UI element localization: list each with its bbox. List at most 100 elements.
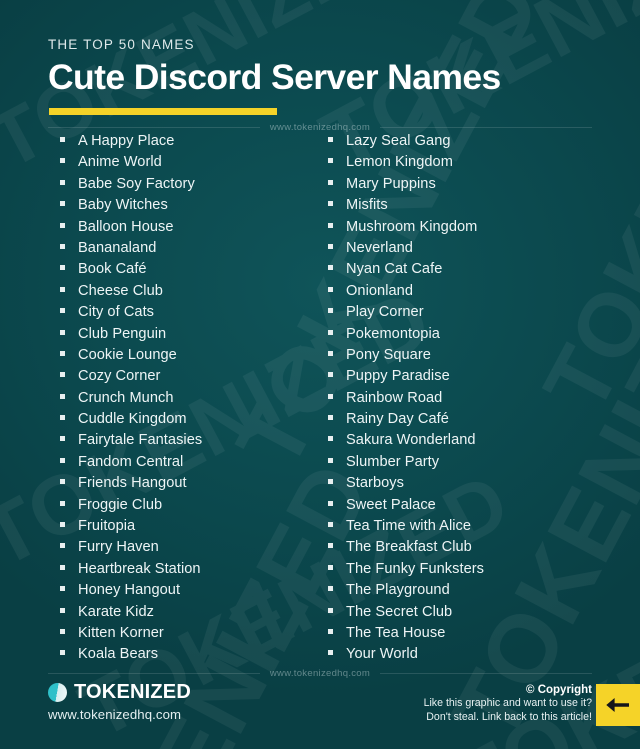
- list-item-label: The Playground: [346, 582, 450, 599]
- bullet-icon: [60, 372, 65, 378]
- bullet-icon: [328, 650, 333, 656]
- list-item: Cheese Club: [60, 284, 328, 305]
- list-item: Sweet Palace: [328, 498, 608, 519]
- header: THE TOP 50 NAMES Cute Discord Server Nam…: [48, 38, 608, 115]
- list-item: The Playground: [328, 583, 608, 604]
- list-item: Pokemontopia: [328, 325, 608, 348]
- list-item-label: Puppy Paradise: [346, 368, 450, 385]
- bullet-icon: [328, 564, 333, 570]
- list-item: Kitten Korner: [60, 626, 328, 647]
- copyright-block: © Copyright Like this graphic and want t…: [424, 683, 592, 725]
- copyright-line-1: Like this graphic and want to use it?: [423, 697, 592, 710]
- list-item-label: Cookie Lounge: [78, 346, 177, 363]
- list-item-label: Neverland: [346, 239, 413, 256]
- bullet-icon: [60, 350, 65, 356]
- list-item: Froggie Club: [60, 498, 328, 519]
- list-item: Tea Time with Alice: [328, 519, 608, 540]
- list-item-label: Furry Haven: [78, 539, 159, 556]
- list-item-label: Mushroom Kingdom: [346, 218, 478, 235]
- list-item: Fruitopia: [60, 519, 328, 540]
- bullet-icon: [60, 479, 65, 485]
- bullet-icon: [328, 586, 333, 592]
- list-item-label: A Happy Place: [78, 133, 175, 149]
- list-item: Slumber Party: [328, 455, 608, 476]
- list-item-label: Bananaland: [78, 239, 157, 256]
- bullet-icon: [328, 415, 333, 421]
- list-item-label: Fruitopia: [78, 518, 136, 535]
- brand-block: TOKENIZED www.tokenizedhq.com: [48, 682, 191, 721]
- bullet-icon: [328, 137, 333, 142]
- list-item: Mushroom Kingdom: [328, 218, 608, 241]
- list-item: Friends Hangout: [60, 476, 328, 497]
- list-item: Cuddle Kingdom: [60, 412, 328, 433]
- list-item: The Funky Funksters: [328, 562, 608, 583]
- list-item: City of Cats: [60, 305, 328, 326]
- list-item-label: Kitten Korner: [78, 624, 164, 641]
- bullet-icon: [328, 628, 333, 634]
- list-item-label: Your World: [346, 646, 418, 663]
- bullet-icon: [328, 286, 333, 292]
- list-item-label: Froggie Club: [78, 496, 163, 513]
- list-item: Bananaland: [60, 241, 328, 262]
- bullet-icon: [328, 222, 333, 228]
- list-item-label: Baby Witches: [78, 197, 168, 214]
- divider-watermark-text: www.tokenizedhq.com: [269, 122, 371, 133]
- list-item-label: Friends Hangout: [78, 475, 187, 492]
- list-item-label: Tea Time with Alice: [346, 518, 472, 535]
- list-item-label: Babe Soy Factory: [78, 175, 195, 192]
- list-item: A Happy Place: [60, 134, 328, 155]
- list-item: Club Penguin: [60, 325, 328, 348]
- list-item-label: Rainbow Road: [346, 389, 443, 406]
- list-item: Rainy Day Café: [328, 412, 608, 433]
- list-item: Sakura Wonderland: [328, 433, 608, 454]
- list-item-label: Koala Bears: [78, 646, 159, 663]
- divider-top: www.tokenizedhq.com: [48, 122, 592, 133]
- list-item: The Secret Club: [328, 604, 608, 626]
- list-item-label: Club Penguin: [78, 325, 167, 342]
- bullet-icon: [60, 586, 65, 592]
- list-item: Honey Hangout: [60, 583, 328, 604]
- list-item-label: Fairytale Fantasies: [78, 432, 203, 449]
- list-item: Baby Witches: [60, 198, 328, 219]
- back-arrow-button[interactable]: [596, 684, 640, 726]
- bullet-icon: [60, 628, 65, 634]
- bullet-icon: [60, 137, 65, 142]
- bullet-icon: [328, 350, 333, 356]
- list-item-label: Fandom Central: [78, 453, 184, 470]
- list-item: Your World: [328, 647, 608, 668]
- list-item-label: Pony Square: [346, 346, 431, 363]
- list-item-label: Lemon Kingdom: [346, 154, 453, 171]
- list-item: Furry Haven: [60, 540, 328, 561]
- list-item-label: Crunch Munch: [78, 389, 174, 406]
- list-item: Cozy Corner: [60, 369, 328, 390]
- bullet-icon: [328, 522, 333, 528]
- list-item-label: City of Cats: [78, 304, 155, 321]
- list-item-label: Book Café: [78, 261, 147, 278]
- bullet-icon: [328, 308, 333, 314]
- bullet-icon: [328, 457, 333, 463]
- title-underline-accent: [49, 107, 277, 115]
- list-item-label: Heartbreak Station: [78, 560, 201, 577]
- list-item: Anime World: [60, 155, 328, 176]
- list-item-label: Anime World: [78, 154, 162, 171]
- bullet-icon: [328, 179, 333, 185]
- list-item-label: Rainy Day Café: [346, 411, 449, 428]
- list-item: Fairytale Fantasies: [60, 433, 328, 454]
- list-item-label: Onionland: [346, 282, 413, 299]
- bullet-icon: [60, 543, 65, 549]
- tokenized-logo-icon: [48, 682, 67, 702]
- list-item: Balloon House: [60, 219, 328, 241]
- bullet-icon: [328, 329, 333, 335]
- brand-url[interactable]: www.tokenizedhq.com: [48, 708, 191, 721]
- list-item-label: Karate Kidz: [78, 603, 154, 620]
- list-item-label: The Funky Funksters: [346, 560, 485, 577]
- bullet-icon: [60, 308, 65, 314]
- names-column-1: A Happy Place Anime World Babe Soy Factory…: [60, 134, 328, 669]
- copyright-line-2: Don't steal. Link back to this article!: [426, 711, 592, 724]
- list-item: Babe Soy Factory: [60, 177, 328, 198]
- list-item: Lemon Kingdom: [328, 155, 608, 176]
- list-item: The Breakfast Club: [328, 540, 608, 561]
- list-item-label: Pokemontopia: [346, 325, 440, 342]
- divider-watermark-text: www.tokenizedhq.com: [269, 668, 371, 679]
- bullet-icon: [60, 522, 65, 528]
